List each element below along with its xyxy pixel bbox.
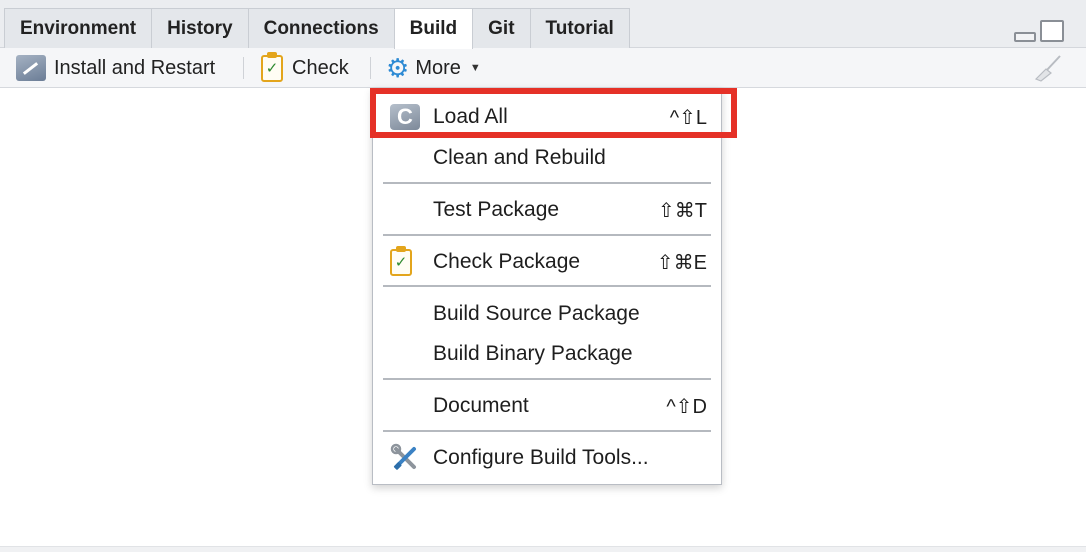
tab-tutorial[interactable]: Tutorial xyxy=(529,8,630,48)
tab-history[interactable]: History xyxy=(151,8,249,48)
menu-item-clean-and-rebuild[interactable]: Clean and Rebuild xyxy=(373,138,721,178)
menu-separator xyxy=(383,182,711,184)
menu-item-shortcut: ^⇧L xyxy=(669,106,707,129)
menu-item-shortcut: ^⇧D xyxy=(666,395,707,418)
menu-item-configure-build-tools[interactable]: Configure Build Tools... xyxy=(373,438,721,478)
menu-item-build-binary-package[interactable]: Build Binary Package xyxy=(373,334,721,374)
check-label: Check xyxy=(292,56,349,79)
gear-icon: ⚙ xyxy=(386,53,410,83)
check-button[interactable]: ✓ Check xyxy=(261,48,349,88)
menu-separator xyxy=(383,430,711,432)
menu-item-load-all[interactable]: C Load All ^⇧L xyxy=(373,97,721,137)
more-dropdown-menu: C Load All ^⇧L Clean and Rebuild Test Pa… xyxy=(372,88,722,485)
menu-item-test-package[interactable]: Test Package ⇧⌘T xyxy=(373,190,721,230)
install-restart-icon xyxy=(16,55,46,81)
tab-environment[interactable]: Environment xyxy=(4,8,153,48)
menu-item-label: Document xyxy=(433,394,529,417)
more-dropdown-button[interactable]: ⚙ More ▼ xyxy=(386,48,481,88)
menu-separator xyxy=(383,234,711,236)
pane-tab-bar: Environment History Connections Build Gi… xyxy=(0,0,1086,49)
menu-item-label: Test Package xyxy=(433,198,560,221)
menu-item-document[interactable]: Document ^⇧D xyxy=(373,386,721,426)
menu-item-shortcut: ⇧⌘T xyxy=(658,199,707,222)
menu-item-label: Clean and Rebuild xyxy=(433,146,606,169)
toolbar-separator xyxy=(370,57,371,79)
check-package-icon: ✓ xyxy=(390,245,412,276)
install-and-restart-button[interactable]: Install and Restart xyxy=(16,48,215,88)
menu-item-label: Load All xyxy=(433,105,508,128)
tab-git[interactable]: Git xyxy=(472,8,531,48)
check-clipboard-icon: ✓ xyxy=(261,51,283,82)
tab-list: Environment History Connections Build Gi… xyxy=(4,8,630,49)
menu-separator xyxy=(383,285,711,287)
build-toolbar: Install and Restart ✓ Check ⚙ More ▼ xyxy=(0,48,1086,88)
menu-separator xyxy=(383,378,711,380)
caret-down-icon: ▼ xyxy=(469,62,481,74)
minimize-pane-icon[interactable] xyxy=(1014,32,1036,42)
more-label: More xyxy=(415,56,461,79)
menu-item-shortcut: ⇧⌘E xyxy=(656,251,707,274)
load-all-icon: C xyxy=(390,104,420,130)
pane-window-controls xyxy=(1014,20,1064,42)
menu-item-label: Build Source Package xyxy=(433,302,640,325)
broom-clear-icon[interactable] xyxy=(1032,54,1062,82)
toolbar-separator xyxy=(243,57,244,79)
menu-item-label: Configure Build Tools... xyxy=(433,446,649,469)
maximize-pane-icon[interactable] xyxy=(1040,20,1064,42)
tab-connections[interactable]: Connections xyxy=(247,8,395,48)
pane-bottom-edge xyxy=(0,546,1086,552)
menu-item-build-source-package[interactable]: Build Source Package xyxy=(373,294,721,334)
tab-build[interactable]: Build xyxy=(393,8,474,49)
menu-item-check-package[interactable]: ✓ Check Package ⇧⌘E xyxy=(373,242,721,282)
tools-icon xyxy=(390,443,416,470)
menu-item-label: Check Package xyxy=(433,250,581,273)
install-and-restart-label: Install and Restart xyxy=(54,56,216,79)
menu-item-label: Build Binary Package xyxy=(433,342,633,365)
